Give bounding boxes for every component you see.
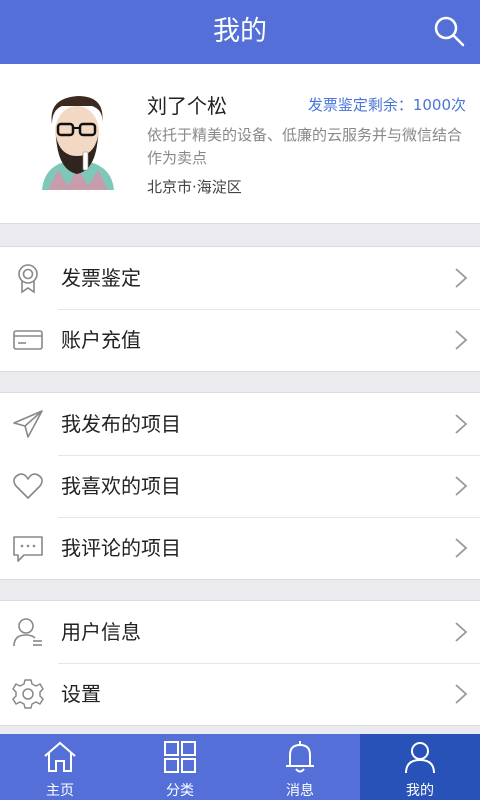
grid-icon: [164, 741, 196, 773]
gear-icon: [12, 679, 44, 709]
menu-group-invoice: 发票鉴定 账户充值: [0, 246, 480, 372]
user-bio: 依托于精美的设备、低廉的云服务并与微信结合作为卖点: [147, 126, 463, 167]
tab-label: 我的: [406, 783, 434, 799]
person-icon: [405, 742, 435, 774]
heart-icon: [13, 473, 43, 499]
chevron-right-icon: [455, 538, 468, 558]
invoice-quota: 发票鉴定剩余：1000次: [307, 96, 466, 114]
user-location: 北京市·海淀区: [147, 178, 242, 196]
menu-item-user-info[interactable]: 用户信息: [0, 601, 480, 663]
search-icon[interactable]: [432, 14, 466, 48]
menu-label: 账户充值: [61, 328, 141, 352]
menu-label: 我发布的项目: [61, 412, 181, 436]
card-icon: [13, 330, 43, 350]
menu-item-my-published[interactable]: 我发布的项目: [0, 393, 480, 455]
bell-icon: [286, 741, 314, 773]
chevron-right-icon: [455, 414, 468, 434]
menu-item-my-commented[interactable]: 我评论的项目: [0, 517, 480, 579]
top-bar: 我的: [0, 0, 480, 64]
home-icon: [44, 741, 76, 772]
menu-group-account: 用户信息 设置: [0, 600, 480, 726]
menu-item-invoice-check[interactable]: 发票鉴定: [0, 247, 480, 309]
tab-label: 分类: [166, 783, 194, 799]
menu-group-projects: 我发布的项目 我喜欢的项目 我评论的项目: [0, 392, 480, 580]
menu-item-my-liked[interactable]: 我喜欢的项目: [0, 455, 480, 517]
chevron-right-icon: [455, 622, 468, 642]
bottom-tab-bar: 主页 分类 消息 我的: [0, 734, 480, 800]
menu-label: 用户信息: [61, 620, 141, 644]
chevron-right-icon: [455, 330, 468, 350]
menu-item-recharge[interactable]: 账户充值: [0, 309, 480, 371]
comment-icon: [13, 536, 43, 562]
menu-label: 设置: [61, 682, 101, 706]
send-icon: [13, 410, 43, 438]
tab-category[interactable]: 分类: [120, 734, 240, 800]
tab-mine[interactable]: 我的: [360, 734, 480, 800]
menu-label: 我评论的项目: [61, 536, 181, 560]
menu-label: 发票鉴定: [61, 266, 141, 290]
tab-label: 主页: [46, 783, 74, 799]
menu-item-settings[interactable]: 设置: [0, 663, 480, 725]
tab-messages[interactable]: 消息: [240, 734, 360, 800]
avatar: [42, 96, 114, 190]
user-icon: [13, 618, 42, 647]
award-icon: [18, 264, 38, 294]
user-name: 刘了个松: [147, 94, 227, 118]
profile-card[interactable]: 刘了个松 发票鉴定剩余：1000次 依托于精美的设备、低廉的云服务并与微信结合作…: [0, 64, 480, 224]
menu-label: 我喜欢的项目: [61, 474, 181, 498]
chevron-right-icon: [455, 268, 468, 288]
chevron-right-icon: [455, 684, 468, 704]
tab-label: 消息: [286, 783, 314, 799]
page-title: 我的: [213, 16, 267, 47]
chevron-right-icon: [455, 476, 468, 496]
tab-home[interactable]: 主页: [0, 734, 120, 800]
